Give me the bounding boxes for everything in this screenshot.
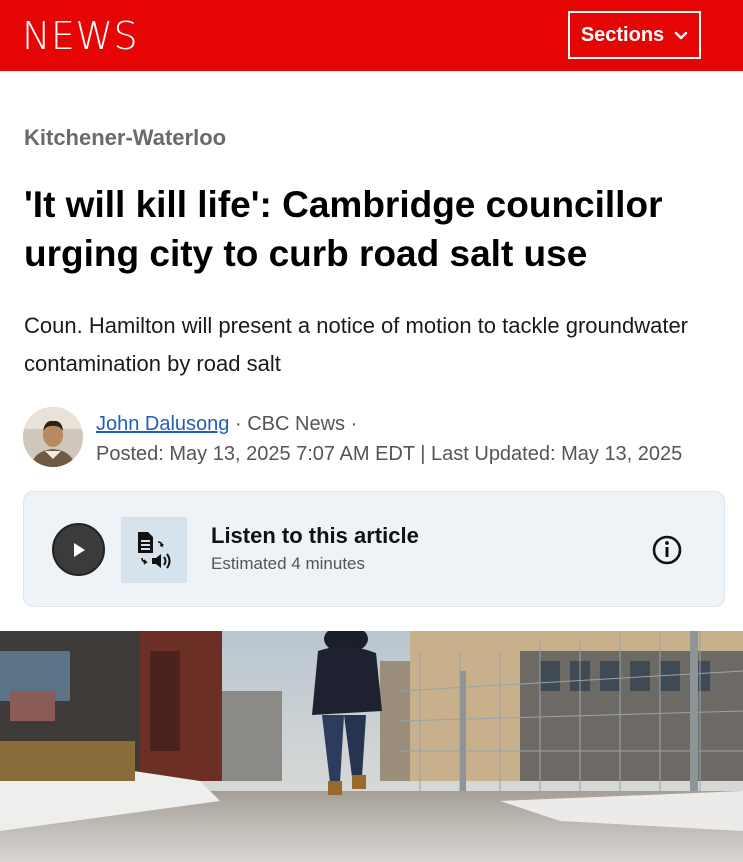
info-icon[interactable] xyxy=(651,534,683,566)
listen-article-card: Listen to this article Estimated 4 minut… xyxy=(23,491,725,607)
author-link[interactable]: John Dalusong xyxy=(96,413,229,435)
publish-dates: Posted: May 13, 2025 7:07 AM EDT | Last … xyxy=(96,443,683,465)
byline: John Dalusong · CBC News · Posted: May 1… xyxy=(96,409,682,469)
article-photo xyxy=(0,631,743,862)
play-button[interactable] xyxy=(52,523,105,576)
sections-button[interactable]: Sections xyxy=(568,11,701,59)
audio-duration: Estimated 4 minutes xyxy=(211,554,366,573)
audio-title: Listen to this article xyxy=(211,523,419,548)
article-headline: 'It will kill life': Cambridge councillo… xyxy=(24,184,663,274)
region-label[interactable]: Kitchener-Waterloo xyxy=(24,125,226,151)
text-to-speech-icon xyxy=(121,517,187,583)
play-icon xyxy=(73,542,85,557)
author-avatar[interactable] xyxy=(23,407,83,467)
sections-label: Sections xyxy=(580,23,665,46)
news-logo[interactable]: NEWS xyxy=(22,14,138,58)
outlet-name: · CBC News · xyxy=(235,413,358,435)
article-deck: Coun. Hamilton will present a notice of … xyxy=(24,313,689,376)
chevron-down-icon xyxy=(674,31,688,40)
top-bar: NEWS Sections xyxy=(0,0,743,71)
